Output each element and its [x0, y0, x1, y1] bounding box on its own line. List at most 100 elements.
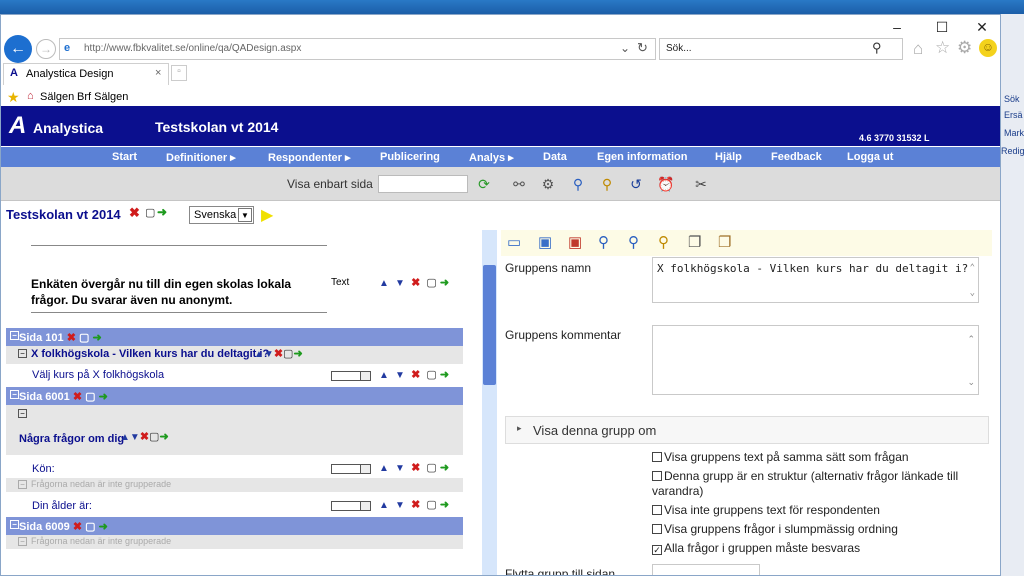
copy-icon[interactable]: ❐ — [688, 233, 701, 251]
arrow-right-icon[interactable]: ➜ — [157, 205, 167, 219]
home-icon[interactable]: ⌂ — [913, 39, 923, 59]
document-icon[interactable]: ▢ — [283, 348, 293, 360]
move-down-icon[interactable]: ▼ — [395, 278, 405, 289]
arrow-right-icon[interactable]: ➜ — [99, 521, 108, 533]
move-up-icon[interactable]: ▲ — [379, 463, 389, 474]
document-icon[interactable]: ▢ — [149, 431, 159, 443]
forward-icon[interactable]: → — [36, 39, 56, 59]
move-group-input[interactable] — [652, 564, 760, 575]
collapse-icon[interactable]: − — [10, 331, 19, 340]
arrow-right-icon[interactable]: ➜ — [92, 332, 101, 344]
checkbox[interactable] — [652, 471, 662, 481]
question-type-select[interactable] — [331, 464, 371, 474]
option-row[interactable]: Denna grupp är en struktur (alternativ f… — [652, 469, 982, 499]
settings-gear-icon[interactable]: ⚙ — [957, 38, 972, 58]
show-if-section[interactable]: ▸ Visa denna grupp om — [505, 416, 989, 444]
back-icon[interactable]: ← — [4, 35, 32, 63]
delete-icon[interactable]: ✖ — [73, 391, 82, 403]
move-down-icon[interactable]: ▼ — [395, 370, 405, 381]
scrollbar-thumb[interactable] — [483, 265, 496, 385]
menu-data[interactable]: Data — [543, 151, 567, 163]
page-bar-sida-101[interactable]: − Sida 101 ✖ ▢ ➜ — [6, 328, 463, 346]
delete-icon[interactable]: ✖ — [73, 521, 82, 533]
zoom-icon[interactable]: ⚲ — [568, 174, 588, 194]
arrow-right-icon[interactable]: ➜ — [159, 431, 168, 443]
gear-icon[interactable]: ⚙ — [538, 174, 558, 194]
document-icon[interactable]: ▢ — [426, 369, 436, 381]
move-up-icon[interactable]: ▲ — [120, 432, 130, 443]
maximize-button[interactable]: ☐ — [932, 19, 952, 36]
save-exit-icon[interactable]: ▣ — [568, 233, 582, 251]
new-document-icon[interactable]: ▭ — [507, 233, 521, 251]
scroll-down-icon[interactable]: ⌄ — [970, 287, 975, 300]
move-down-icon[interactable]: ▼ — [395, 500, 405, 511]
delete-icon[interactable]: ✖ — [274, 348, 283, 360]
collapse-icon[interactable]: − — [18, 480, 27, 489]
document-icon[interactable]: ▢ — [85, 521, 95, 533]
collapse-icon[interactable]: − — [18, 349, 27, 358]
scroll-up-icon[interactable]: ⌃ — [967, 334, 975, 345]
question-label[interactable]: Kön: — [32, 463, 55, 475]
menu-feedback[interactable]: Feedback — [771, 151, 822, 163]
group-name-field[interactable]: X folkhögskola - Vilken kurs har du delt… — [652, 257, 979, 303]
delete-icon[interactable]: ✖ — [67, 332, 76, 344]
arrow-right-icon[interactable]: ➜ — [440, 462, 449, 474]
language-select[interactable]: Svenska ▼ — [189, 206, 254, 224]
smiley-feedback-icon[interactable]: ☺ — [979, 39, 997, 57]
arrow-right-icon[interactable]: ➜ — [293, 348, 302, 360]
question-label[interactable]: Din ålder är: — [32, 500, 92, 512]
move-up-icon[interactable]: ▲ — [379, 278, 389, 289]
document-icon[interactable]: ▢ — [426, 277, 436, 289]
collapse-icon[interactable]: − — [10, 520, 19, 529]
zoom-key-icon[interactable]: ⚲ — [658, 233, 669, 251]
move-up-icon[interactable]: ▲ — [379, 370, 389, 381]
question-type-select[interactable] — [331, 501, 371, 511]
menu-start[interactable]: Start — [112, 151, 137, 163]
page-filter-input[interactable] — [378, 175, 468, 193]
delete-icon[interactable]: ✖ — [411, 462, 420, 474]
menu-analys[interactable]: Analys ▸ — [469, 151, 514, 164]
collapse-icon[interactable]: − — [18, 409, 27, 418]
arrow-right-icon[interactable]: ➜ — [440, 499, 449, 511]
alarm-clock-icon[interactable]: ⏰ — [656, 174, 676, 194]
arrow-right-icon[interactable]: ➜ — [440, 277, 449, 289]
close-button[interactable]: ✕ — [972, 19, 992, 36]
checkbox-checked[interactable]: ✓ — [652, 545, 662, 555]
paste-icon[interactable]: ❐ — [718, 233, 731, 251]
search-icon[interactable]: ⚲ — [872, 40, 882, 56]
move-down-icon[interactable]: ▼ — [130, 432, 140, 443]
checkbox[interactable] — [652, 505, 662, 515]
delete-icon[interactable]: ✖ — [411, 499, 420, 511]
binoculars-icon[interactable]: ⚯ — [509, 174, 529, 194]
move-down-icon[interactable]: ▼ — [264, 349, 274, 360]
question-type-select[interactable] — [331, 371, 371, 381]
favorite-link[interactable]: Brf Sälgen — [77, 91, 128, 103]
collapse-icon[interactable]: − — [18, 537, 27, 546]
group-comment-field[interactable]: ⌃ ⌄ — [652, 325, 979, 395]
move-down-icon[interactable]: ▼ — [395, 463, 405, 474]
delete-icon[interactable]: ✖ — [411, 277, 420, 289]
delete-icon[interactable]: ✖ — [129, 205, 140, 221]
dropdown-icon[interactable]: ⌄ — [620, 41, 630, 55]
save-icon[interactable]: ▣ — [538, 233, 552, 251]
refresh-icon[interactable]: ⟳ — [474, 174, 494, 194]
checkbox[interactable] — [652, 524, 662, 534]
menu-egen-information[interactable]: Egen information — [597, 151, 687, 163]
favorites-icon[interactable]: ★ — [7, 89, 20, 106]
group-row[interactable]: − Några frågor om dig ▲▼✖▢➜ — [6, 405, 463, 455]
menu-definitioner[interactable]: Definitioner ▸ — [166, 151, 236, 164]
search-input[interactable]: Sök... ⚲ — [659, 38, 903, 60]
option-row[interactable]: ✓ Alla frågor i gruppen måste besvaras — [652, 541, 982, 556]
document-icon[interactable]: ▢ — [426, 499, 436, 511]
move-up-icon[interactable]: ▲ — [254, 349, 264, 360]
arrow-right-icon[interactable]: ➜ — [99, 391, 108, 403]
undo-icon[interactable]: ↺ — [626, 174, 646, 194]
group-row[interactable]: − X folkhögskola - Vilken kurs har du de… — [6, 346, 463, 364]
new-tab-icon[interactable]: ▫ — [171, 65, 187, 81]
collapse-icon[interactable]: − — [10, 390, 19, 399]
question-label[interactable]: Välj kurs på X folkhögskola — [32, 369, 164, 381]
page-bar-sida-6001[interactable]: − Sida 6001 ✖ ▢ ➜ — [6, 387, 463, 405]
favorite-link[interactable]: Sälgen — [40, 91, 74, 103]
tools-icon[interactable]: ✂ — [691, 174, 711, 194]
zoom-icon[interactable]: ⚲ — [628, 233, 639, 251]
